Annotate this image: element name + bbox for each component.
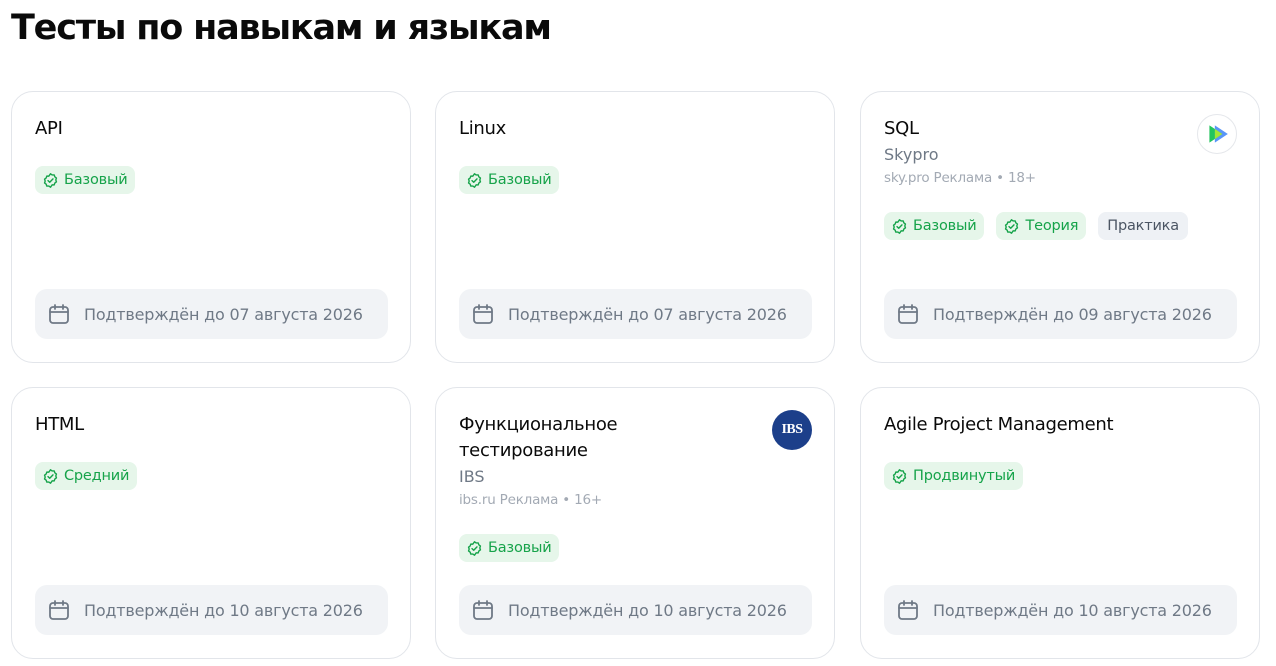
tag-list: Базовый Теория Практика: [884, 212, 1188, 240]
card-title: Функциональное тестирование: [459, 414, 618, 461]
tag-list: Базовый: [459, 166, 560, 194]
level-badge-label: Средний: [64, 468, 130, 484]
test-card-sql[interactable]: SQL Skypro sky.pro Реклама • 18+ Базовый…: [860, 91, 1260, 363]
verified-badge-icon: [467, 540, 482, 556]
theory-badge-label: Теория: [1025, 218, 1079, 234]
validity-text: Подтверждён до 10 августа 2026: [508, 600, 787, 620]
tag-list: Средний: [35, 462, 138, 490]
card-title: Linux: [459, 118, 506, 139]
skypro-logo: [1197, 114, 1237, 154]
test-card-functional-testing[interactable]: Функциональное тестирование IBS ibs.ru Р…: [435, 387, 835, 659]
level-badge: Средний: [35, 462, 138, 490]
level-badge: Базовый: [459, 166, 560, 194]
tag-list: Базовый: [459, 534, 560, 562]
verified-badge-icon: [892, 468, 907, 484]
card-title: API: [35, 118, 63, 139]
card-title: SQL: [884, 118, 919, 139]
verified-badge-icon: [467, 172, 482, 188]
calendar-icon: [898, 600, 918, 620]
verified-badge-icon: [1005, 218, 1019, 234]
calendar-icon: [473, 304, 493, 324]
provider-name: IBS: [459, 467, 485, 486]
practice-badge-label: Практика: [1107, 218, 1179, 234]
level-badge-label: Базовый: [913, 218, 977, 234]
validity-box: Подтверждён до 10 августа 2026: [459, 585, 812, 635]
validity-text: Подтверждён до 07 августа 2026: [508, 304, 787, 324]
validity-text: Подтверждён до 10 августа 2026: [84, 600, 363, 620]
ibs-logo-text: IBS: [781, 422, 803, 437]
validity-text: Подтверждён до 07 августа 2026: [84, 304, 363, 324]
tag-list: Базовый: [35, 166, 136, 194]
test-card-html[interactable]: HTML Средний Подтверждён до 10 августа 2…: [11, 387, 411, 659]
ad-label[interactable]: ibs.ru Реклама • 16+: [459, 491, 602, 509]
level-badge-label: Продвинутый: [913, 468, 1016, 484]
level-badge-label: Базовый: [488, 172, 552, 188]
tag-list: Продвинутый: [884, 462, 1024, 490]
level-badge-label: Базовый: [64, 172, 128, 188]
verified-badge-icon: [43, 468, 58, 484]
validity-box: Подтверждён до 10 августа 2026: [884, 585, 1237, 635]
validity-text: Подтверждён до 10 августа 2026: [933, 600, 1212, 620]
page-title: Тесты по навыкам и языкам: [11, 8, 552, 48]
verified-badge-icon: [43, 172, 58, 188]
verified-badge-icon: [892, 218, 907, 234]
validity-box: Подтверждён до 07 августа 2026: [35, 289, 388, 339]
test-card-agile-pm[interactable]: Agile Project Management Продвинутый Под…: [860, 387, 1260, 659]
provider-name: Skypro: [884, 145, 939, 164]
calendar-icon: [49, 304, 69, 324]
practice-badge: Практика: [1098, 212, 1188, 240]
ibs-logo: IBS: [772, 410, 812, 450]
ad-label[interactable]: sky.pro Реклама • 18+: [884, 169, 1036, 187]
validity-box: Подтверждён до 07 августа 2026: [459, 289, 812, 339]
theory-badge: Теория: [996, 212, 1087, 240]
validity-text: Подтверждён до 09 августа 2026: [933, 304, 1212, 324]
level-badge-label: Базовый: [488, 540, 552, 556]
calendar-icon: [49, 600, 69, 620]
level-badge: Базовый: [884, 212, 985, 240]
calendar-icon: [898, 304, 918, 324]
card-title: Agile Project Management: [884, 414, 1114, 435]
level-badge: Базовый: [35, 166, 136, 194]
card-title: HTML: [35, 414, 84, 435]
validity-box: Подтверждён до 10 августа 2026: [35, 585, 388, 635]
test-card-api[interactable]: API Базовый Подтверждён до 07 августа 20…: [11, 91, 411, 363]
level-badge: Базовый: [459, 534, 560, 562]
validity-box: Подтверждён до 09 августа 2026: [884, 289, 1237, 339]
level-badge: Продвинутый: [884, 462, 1024, 490]
test-card-linux[interactable]: Linux Базовый Подтверждён до 07 августа …: [435, 91, 835, 363]
calendar-icon: [473, 600, 493, 620]
